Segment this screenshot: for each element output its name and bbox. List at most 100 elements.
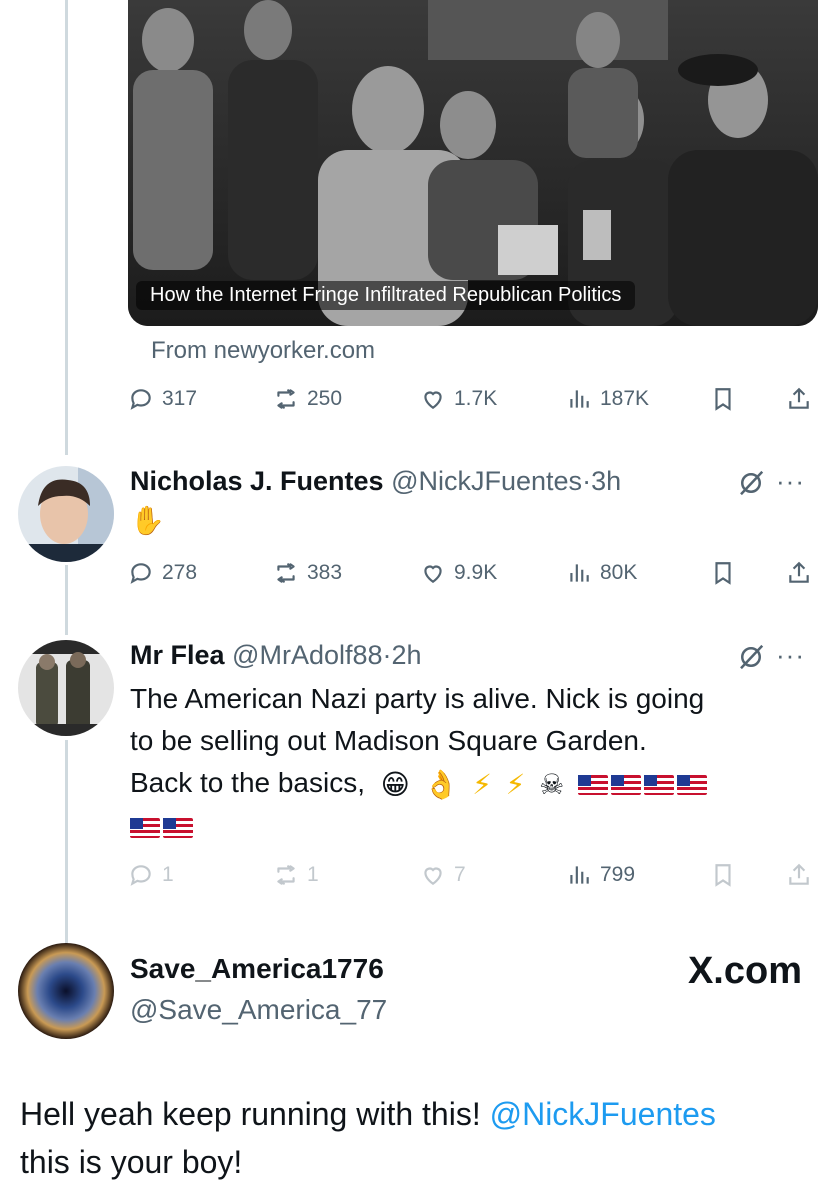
heart-icon bbox=[424, 391, 442, 409]
views-icon bbox=[570, 564, 589, 582]
display-name[interactable]: Save_America1776 bbox=[130, 953, 384, 985]
us-flag-emoji bbox=[578, 774, 609, 795]
heart-icon bbox=[424, 565, 442, 583]
share-button[interactable] bbox=[786, 560, 812, 586]
action-bar: 317 250 1.7K 187K bbox=[128, 386, 818, 426]
repost-count: 250 bbox=[307, 387, 343, 410]
views-button[interactable]: 799 bbox=[566, 862, 635, 888]
link-card-source[interactable]: From newyorker.com bbox=[151, 337, 375, 365]
thread-line bbox=[65, 565, 68, 635]
thread-line bbox=[65, 740, 68, 945]
mention-link[interactable]: @NickJFuentes bbox=[490, 1096, 716, 1132]
like-button[interactable]: 9.9K bbox=[420, 560, 497, 586]
us-flag-emoji bbox=[644, 774, 675, 795]
share-button[interactable] bbox=[786, 862, 812, 888]
post-text-segment: Hell yeah keep running with this! bbox=[20, 1096, 490, 1132]
repost-button[interactable]: 383 bbox=[273, 560, 342, 586]
avatar[interactable] bbox=[18, 943, 114, 1039]
post-text: Hell yeah keep running with this! @NickJ… bbox=[20, 1090, 820, 1186]
repost-button[interactable]: 1 bbox=[273, 862, 319, 888]
grok-icon[interactable] bbox=[736, 642, 766, 672]
bookmark-icon bbox=[715, 388, 731, 411]
tweet-text-line: to be selling out Madison Square Garden. bbox=[130, 725, 647, 756]
news-photo bbox=[128, 0, 818, 326]
tweet-text-line: Back to the basics, 😁 👌 ⚡ ⚡ ☠ bbox=[130, 762, 810, 806]
views-icon bbox=[570, 866, 589, 884]
reply-count: 1 bbox=[162, 863, 174, 886]
share-icon bbox=[789, 863, 809, 885]
repost-icon bbox=[277, 563, 295, 583]
share-button[interactable] bbox=[786, 386, 812, 412]
action-bar: 1 1 7 799 bbox=[128, 862, 818, 902]
like-button[interactable]: 7 bbox=[420, 862, 466, 888]
reply-button[interactable]: 1 bbox=[128, 862, 174, 888]
avatar-photo bbox=[18, 466, 114, 562]
username[interactable]: @NickJFuentes bbox=[391, 466, 582, 496]
view-count: 80K bbox=[600, 561, 638, 584]
ok-hand-emoji: 👌 bbox=[423, 768, 459, 800]
heart-icon bbox=[424, 867, 442, 885]
bookmark-icon bbox=[715, 864, 731, 887]
avatar[interactable] bbox=[18, 466, 114, 562]
views-button[interactable]: 80K bbox=[566, 560, 637, 586]
reply-button[interactable]: 278 bbox=[128, 560, 197, 586]
lightning-emoji: ⚡ bbox=[472, 768, 492, 800]
like-count: 7 bbox=[454, 863, 466, 886]
views-button[interactable]: 187K bbox=[566, 386, 649, 412]
repost-icon bbox=[277, 865, 295, 885]
bookmark-icon bbox=[715, 562, 731, 585]
us-flag-emoji bbox=[677, 774, 708, 795]
share-icon bbox=[789, 387, 809, 409]
post-text-segment: this is your boy! bbox=[20, 1144, 243, 1180]
repost-button[interactable]: 250 bbox=[273, 386, 342, 412]
timestamp[interactable]: 3h bbox=[591, 466, 621, 496]
more-options-icon[interactable]: ··· bbox=[776, 466, 805, 497]
display-name[interactable]: Nicholas J. Fuentes bbox=[130, 466, 384, 496]
avatar-photo bbox=[18, 943, 114, 1039]
site-label: X.com bbox=[687, 950, 802, 992]
tweet-header: Nicholas J. Fuentes @NickJFuentes·3h bbox=[130, 466, 621, 497]
link-card-title: How the Internet Fringe Infiltrated Repu… bbox=[136, 281, 636, 310]
reply-icon bbox=[130, 563, 151, 584]
username[interactable]: @Save_America_77 bbox=[130, 994, 387, 1026]
link-card-image[interactable]: How the Internet Fringe Infiltrated Repu… bbox=[128, 0, 818, 326]
views-icon bbox=[570, 390, 589, 408]
share-icon bbox=[789, 561, 809, 583]
bookmark-button[interactable] bbox=[710, 862, 736, 888]
view-count: 187K bbox=[600, 387, 650, 410]
reply-icon bbox=[130, 865, 151, 886]
tweet-header: Mr Flea @MrAdolf88·2h bbox=[130, 640, 422, 671]
separator: · bbox=[582, 466, 592, 496]
repost-icon bbox=[277, 389, 295, 409]
us-flag-emoji bbox=[611, 774, 642, 795]
repost-count: 1 bbox=[307, 863, 319, 886]
separator: · bbox=[382, 640, 392, 670]
reply-button[interactable]: 317 bbox=[128, 386, 197, 412]
tweet-text-line bbox=[130, 806, 810, 848]
avatar[interactable] bbox=[18, 640, 114, 736]
more-options-icon[interactable]: ··· bbox=[776, 640, 805, 671]
skull-crossbones-emoji: ☠ bbox=[539, 768, 565, 800]
avatar-photo bbox=[18, 640, 114, 736]
view-count: 799 bbox=[600, 863, 636, 886]
reply-count: 278 bbox=[162, 561, 198, 584]
grok-icon[interactable] bbox=[736, 468, 766, 498]
tweet-text-segment: Back to the basics, bbox=[130, 767, 366, 798]
bookmark-button[interactable] bbox=[710, 560, 736, 586]
reply-count: 317 bbox=[162, 387, 198, 410]
thread-line bbox=[65, 0, 68, 455]
bookmark-button[interactable] bbox=[710, 386, 736, 412]
action-bar: 278 383 9.9K 80K bbox=[128, 560, 818, 600]
like-button[interactable]: 1.7K bbox=[420, 386, 497, 412]
username[interactable]: @MrAdolf88 bbox=[232, 640, 382, 670]
tweet-text-line: The American Nazi party is alive. Nick i… bbox=[130, 683, 705, 714]
display-name[interactable]: Mr Flea bbox=[130, 640, 225, 670]
timestamp[interactable]: 2h bbox=[392, 640, 422, 670]
tweet-text: ✋ bbox=[130, 505, 165, 536]
grinning-emoji: 😁 bbox=[380, 768, 410, 800]
reply-icon bbox=[130, 389, 151, 410]
like-count: 9.9K bbox=[454, 561, 498, 584]
lightning-emoji: ⚡ bbox=[505, 768, 526, 800]
us-flag-emoji bbox=[163, 818, 193, 839]
us-flag-emoji bbox=[130, 818, 160, 839]
